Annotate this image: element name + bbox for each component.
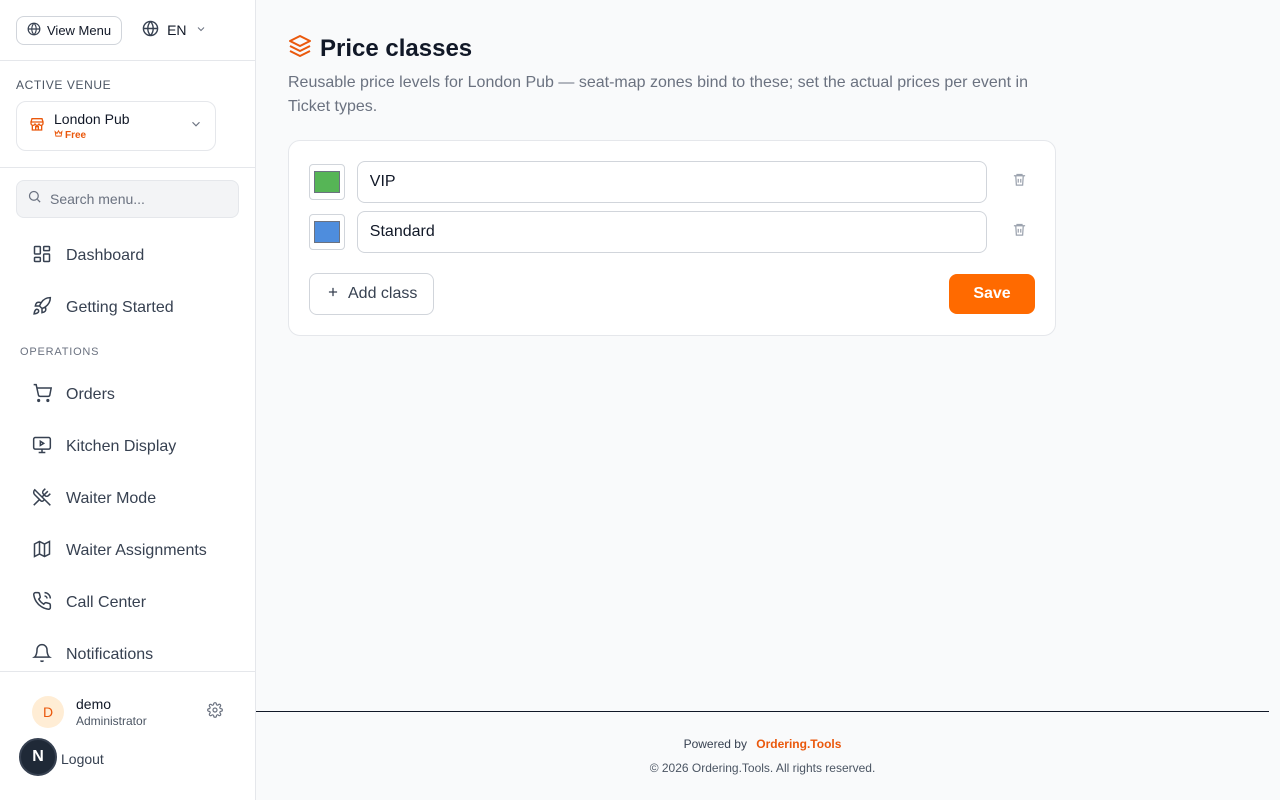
card-actions: Add class Save	[309, 273, 1035, 315]
page-title: Price classes	[320, 34, 473, 62]
sidebar-item-kitchen-display[interactable]: Kitchen Display	[16, 421, 239, 473]
sidebar-user-panel: D demo Administrator N Logout	[0, 671, 255, 800]
utensils-crossed-icon	[32, 487, 52, 512]
add-class-label: Add class	[348, 285, 418, 302]
bell-icon	[32, 643, 52, 668]
cart-icon	[32, 383, 53, 408]
search-box	[16, 180, 239, 218]
powered-by: Powered by Ordering.Tools	[256, 737, 1269, 751]
view-menu-button[interactable]: View Menu	[16, 15, 123, 45]
chevron-down-icon	[189, 117, 203, 136]
sidebar-item-label: Waiter Mode	[66, 490, 157, 507]
sidebar: View Menu EN ACTIVE VENUE London Pub Fre…	[0, 0, 256, 800]
search-input[interactable]	[50, 191, 220, 207]
sidebar-item-getting-started[interactable]: Getting Started	[16, 282, 239, 334]
sidebar-item-label: Orders	[66, 386, 115, 403]
logout-row[interactable]: N Logout	[16, 728, 239, 776]
dashboard-icon	[32, 244, 52, 269]
powered-by-label: Powered by	[683, 737, 747, 751]
sidebar-item-waiter-assignments[interactable]: Waiter Assignments	[16, 525, 239, 577]
sidebar-item-label: Notifications	[66, 646, 154, 663]
title-row: Price classes	[288, 34, 1028, 63]
add-class-button[interactable]: Add class	[309, 273, 435, 315]
class-name-input[interactable]	[356, 211, 988, 253]
user-info: demo Administrator	[76, 696, 195, 728]
avatar: D	[32, 696, 64, 728]
rocket-icon	[32, 296, 52, 321]
sidebar-item-dashboard[interactable]: Dashboard	[16, 230, 239, 282]
sidebar-item-waiter-mode[interactable]: Waiter Mode	[16, 473, 239, 525]
color-picker[interactable]	[309, 164, 345, 200]
venue-text: London Pub Free	[54, 111, 180, 141]
nav-section-operations: OPERATIONS	[20, 345, 100, 358]
color-swatch	[313, 171, 340, 193]
search-wrapper	[0, 168, 255, 230]
active-venue-section: ACTIVE VENUE London Pub Free	[0, 61, 255, 168]
color-picker[interactable]	[309, 214, 345, 250]
venue-selector[interactable]: London Pub Free	[16, 101, 216, 151]
trash-icon	[1012, 172, 1027, 192]
phone-icon	[32, 591, 52, 616]
sidebar-item-label: Dashboard	[66, 247, 145, 264]
page-subtitle: Reusable price levels for London Pub — s…	[288, 74, 1028, 115]
page-header: Price classes Reusable price levels for …	[288, 34, 1028, 119]
price-classes-card: Add class Save	[288, 140, 1056, 336]
footer: Powered by Ordering.Tools © 2026 Orderin…	[256, 711, 1269, 800]
save-button[interactable]: Save	[949, 274, 1035, 314]
dev-badge[interactable]: N	[19, 738, 57, 776]
sidebar-item-call-center[interactable]: Call Center	[16, 577, 239, 629]
venue-name: London Pub	[54, 111, 130, 127]
map-icon	[32, 539, 52, 564]
store-icon	[29, 116, 45, 137]
globe-icon	[27, 22, 41, 39]
view-menu-label: View Menu	[47, 22, 112, 38]
gear-icon[interactable]	[207, 701, 223, 723]
user-role: Administrator	[76, 714, 147, 728]
sidebar-item-label: Getting Started	[66, 299, 174, 316]
plus-icon	[326, 285, 340, 304]
search-icon	[27, 189, 42, 209]
language-selector[interactable]: EN	[142, 20, 206, 40]
monitor-play-icon	[32, 435, 52, 460]
copyright: © 2026 Ordering.Tools. All rights reserv…	[649, 761, 876, 775]
crown-icon	[54, 129, 63, 141]
price-class-row	[309, 161, 1035, 203]
delete-class-button[interactable]	[1003, 166, 1035, 198]
sidebar-nav: Dashboard Getting Started OPERATIONS Ord…	[0, 230, 255, 681]
sidebar-item-label: Kitchen Display	[66, 438, 177, 455]
brand-link[interactable]: Ordering.Tools	[756, 737, 841, 751]
delete-class-button[interactable]	[1003, 216, 1035, 248]
venue-plan-badge: Free	[54, 129, 180, 141]
main-content: Price classes Reusable price levels for …	[256, 0, 1280, 800]
language-label: EN	[167, 22, 187, 38]
chevron-down-icon	[195, 22, 207, 38]
user-row: D demo Administrator	[16, 672, 239, 728]
sidebar-item-orders[interactable]: Orders	[16, 369, 239, 421]
color-swatch	[313, 221, 340, 243]
logout-button[interactable]: Logout	[61, 751, 104, 767]
venue-plan-label: Free	[65, 129, 87, 141]
user-name: demo	[76, 696, 112, 712]
sidebar-item-label: Waiter Assignments	[66, 542, 207, 559]
trash-icon	[1012, 222, 1027, 242]
sidebar-item-label: Call Center	[66, 594, 147, 611]
globe-icon	[142, 20, 159, 40]
price-class-row	[309, 211, 1035, 253]
sidebar-top-bar: View Menu EN	[0, 0, 255, 61]
active-venue-label: ACTIVE VENUE	[16, 78, 112, 92]
class-name-input[interactable]	[356, 161, 988, 203]
layers-icon	[288, 34, 312, 63]
